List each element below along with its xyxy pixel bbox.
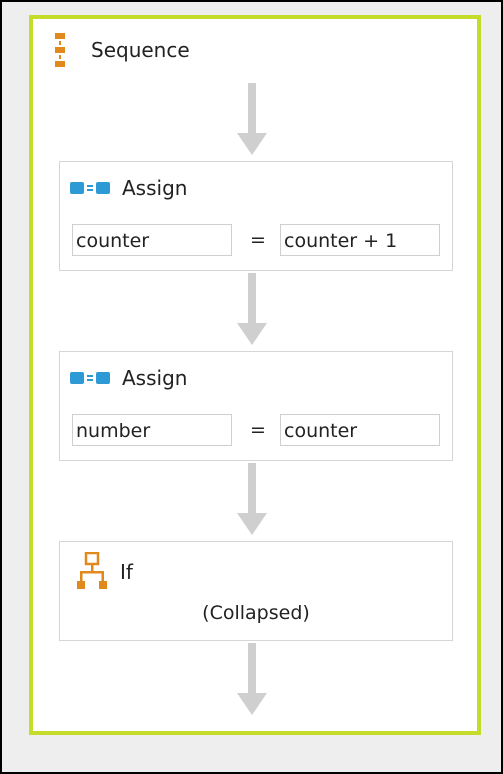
assign-to-field[interactable]: number (72, 414, 232, 446)
collapsed-label: (Collapsed) (202, 602, 310, 624)
assign-header: Assign (70, 176, 187, 200)
workflow-designer-canvas: Sequence Assign counter = counter + 1 As… (0, 0, 503, 774)
equals-sign: = (250, 419, 266, 441)
assign-to-field[interactable]: counter (72, 224, 232, 256)
sequence-header: Sequence (53, 33, 190, 67)
flow-arrow (237, 273, 267, 345)
assign-value-field[interactable]: counter (280, 414, 440, 446)
flow-arrow (237, 83, 267, 155)
if-activity[interactable]: If (Collapsed) (59, 541, 453, 641)
sequence-icon (55, 33, 65, 67)
assign-icon (70, 182, 110, 194)
flowchart-icon (77, 552, 107, 589)
flow-arrow (237, 643, 267, 715)
if-title: If (120, 560, 133, 584)
if-header: If (76, 552, 133, 592)
assign-title: Assign (122, 366, 188, 390)
assign-title: Assign (122, 176, 188, 200)
assign-activity[interactable]: Assign number = counter (59, 351, 453, 461)
sequence-activity[interactable]: Sequence Assign counter = counter + 1 As… (29, 15, 481, 735)
assign-activity[interactable]: Assign counter = counter + 1 (59, 161, 453, 271)
flow-arrow (237, 463, 267, 535)
assign-icon (70, 372, 110, 384)
assign-header: Assign (70, 366, 187, 390)
sequence-title: Sequence (91, 38, 190, 62)
equals-sign: = (250, 229, 266, 251)
assign-value-field[interactable]: counter + 1 (280, 224, 440, 256)
